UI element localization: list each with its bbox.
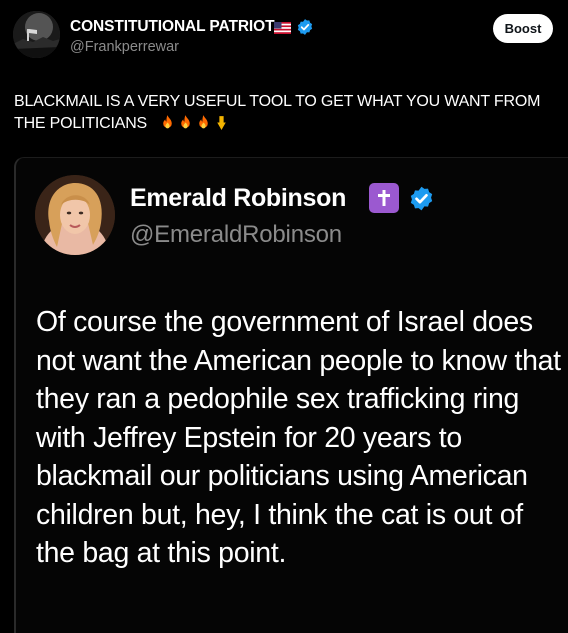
post-header: CONSTITUTIONAL PATRIOT @Frankperrewar Bo…: [0, 0, 568, 70]
author-name[interactable]: CONSTITUTIONAL PATRIOT: [70, 18, 275, 36]
quote-author-avatar[interactable]: [35, 175, 115, 255]
fire-emoji-icon: [163, 115, 173, 129]
post-text: BLACKMAIL IS A VERY USEFUL TOOL TO GET W…: [14, 91, 554, 138]
quote-author-name[interactable]: Emerald Robinson: [130, 184, 346, 213]
quote-text: Of course the government of Israel does …: [36, 306, 561, 569]
emoji-row: [159, 114, 231, 138]
latin-cross-icon: [369, 183, 399, 213]
boost-button[interactable]: Boost: [493, 14, 553, 43]
quote-author-handle[interactable]: @EmeraldRobinson: [130, 221, 342, 249]
us-flag-icon: [274, 21, 291, 34]
fire-emoji-icon: [181, 115, 191, 129]
post-body: BLACKMAIL IS A VERY USEFUL TOOL TO GET W…: [14, 93, 541, 132]
author-handle[interactable]: @Frankperrewar: [70, 39, 179, 55]
verified-icon: [296, 18, 314, 36]
quote-verified-icon: [408, 185, 435, 212]
fire-emoji-icon: [199, 115, 209, 129]
pointing-down-emoji-icon: [217, 116, 227, 130]
author-avatar[interactable]: [13, 11, 60, 58]
